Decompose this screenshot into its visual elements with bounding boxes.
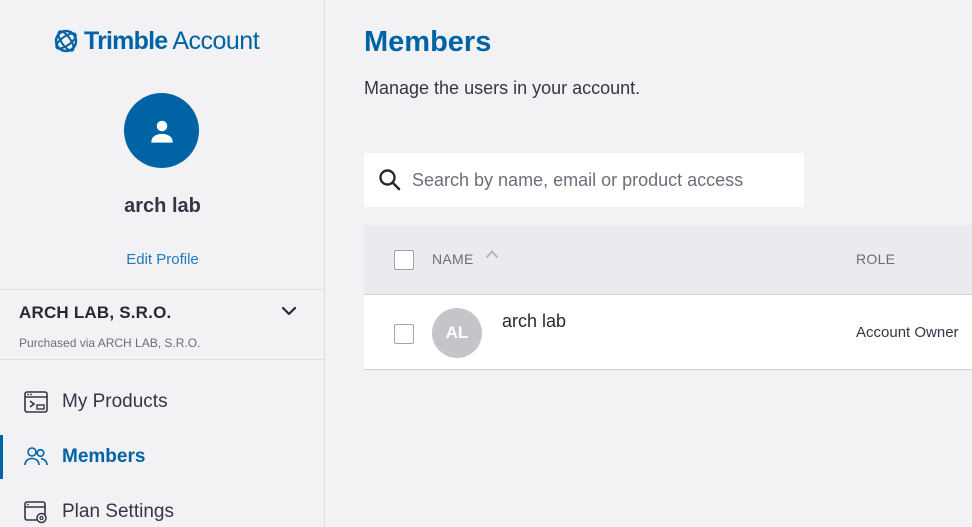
profile-name: arch lab: [124, 195, 201, 217]
column-header-role[interactable]: ROLE: [856, 251, 895, 267]
brand-name-strong: Trimble: [84, 26, 168, 55]
sidebar-divider: [0, 359, 324, 360]
plan-settings-icon: [24, 501, 47, 524]
page-subtitle: Manage the users in your account.: [364, 78, 641, 98]
sidebar-item-my-products[interactable]: My Products: [0, 380, 324, 424]
brand-logo[interactable]: Trimble Account: [53, 26, 260, 56]
user-icon: [150, 120, 173, 143]
products-icon: [24, 391, 48, 413]
sidebar-item-plan-settings[interactable]: Plan Settings: [0, 490, 324, 527]
page-title: Members: [364, 26, 492, 58]
sort-ascending-icon[interactable]: [485, 249, 499, 259]
select-all-checkbox[interactable]: [394, 250, 414, 270]
sidebar: Trimble Account arch lab Edit Profile AR…: [0, 0, 325, 527]
trimble-globe-icon: [54, 29, 78, 53]
sidebar-item-label: Members: [62, 446, 146, 467]
organization-name: ARCH LAB, S.R.O.: [19, 303, 172, 322]
members-icon: [24, 447, 48, 466]
table-row[interactable]: AL arch lab Account Owner: [364, 295, 972, 370]
search-icon: [379, 169, 401, 191]
chevron-down-icon[interactable]: [279, 301, 299, 321]
search-box: [364, 153, 804, 207]
table-header: NAME ROLE: [364, 225, 972, 295]
brand-name-light: Account: [172, 26, 260, 55]
profile-avatar[interactable]: [124, 93, 199, 168]
member-avatar: AL: [432, 308, 482, 358]
member-name[interactable]: arch lab: [502, 311, 566, 332]
column-header-name[interactable]: NAME: [432, 251, 474, 267]
sidebar-divider: [0, 289, 324, 290]
search-input[interactable]: [412, 153, 792, 207]
sidebar-item-label: Plan Settings: [62, 501, 174, 522]
sidebar-item-label: My Products: [62, 391, 168, 412]
edit-profile-link[interactable]: Edit Profile: [0, 251, 325, 268]
sidebar-item-members[interactable]: Members: [0, 435, 324, 479]
member-role: Account Owner: [856, 324, 959, 341]
row-checkbox[interactable]: [394, 324, 414, 344]
members-table: NAME ROLE AL arch lab Account Owner: [364, 225, 972, 370]
organization-purchased-via: Purchased via ARCH LAB, S.R.O.: [19, 336, 201, 350]
